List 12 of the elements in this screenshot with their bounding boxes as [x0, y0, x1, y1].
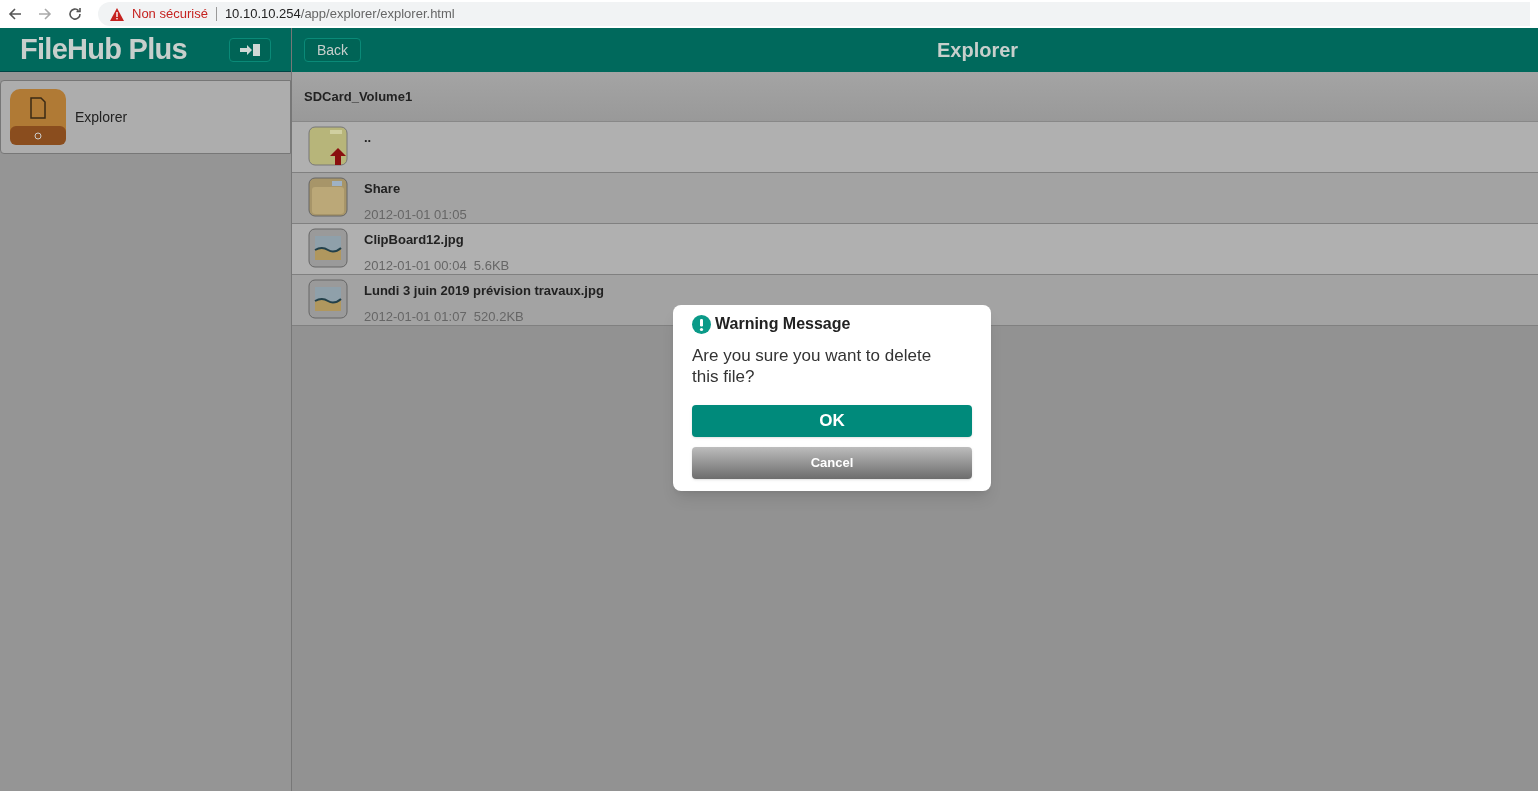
- file-meta: 2012-01-01 00:04 5.6KB: [364, 256, 510, 275]
- file-meta: 2012-01-01 01:07 520.2KB: [364, 307, 525, 326]
- file-name: Lundi 3 juin 2019 prévision travaux.jpg: [364, 282, 604, 300]
- dialog-message: Are you sure you want to delete this file?: [692, 345, 933, 387]
- file-name: ClipBoard12.jpg: [364, 231, 465, 249]
- page-title: Explorer: [937, 38, 1019, 63]
- security-label: Non sécurisé: [132, 5, 208, 24]
- file-meta: 2012-01-01 01:05: [364, 205, 467, 224]
- breadcrumb-bar: SDCard_Volume1: [292, 72, 1538, 122]
- file-name: ..: [364, 129, 372, 147]
- app-logo: FileHub Plus: [20, 31, 187, 67]
- file-name: Share: [364, 180, 402, 198]
